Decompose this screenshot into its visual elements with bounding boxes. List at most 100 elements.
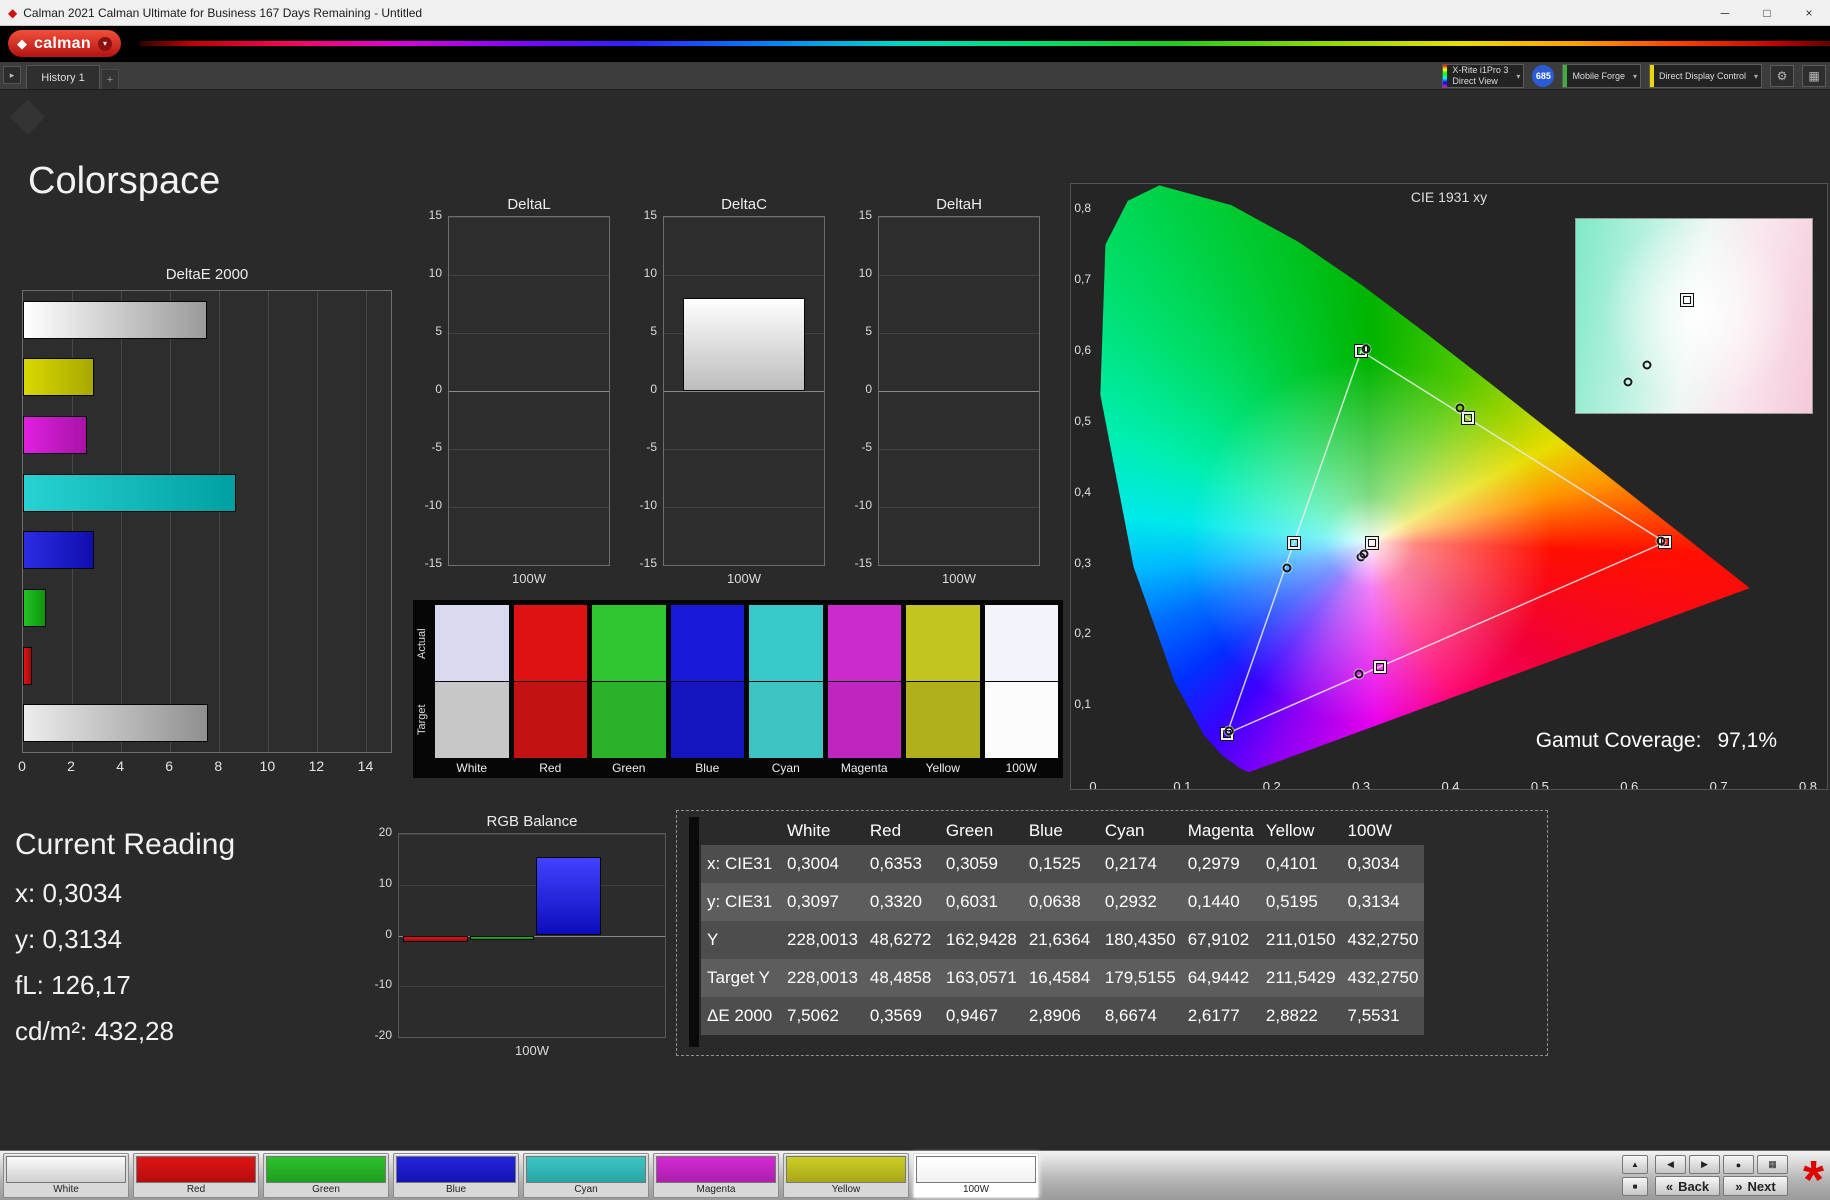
axis-tick-label: 0,7	[1074, 272, 1091, 286]
column-header: Red	[864, 817, 940, 845]
cell-value: 7,5062	[781, 997, 864, 1035]
page-title: Colorspace	[28, 160, 220, 203]
axis-tick-label: 0	[435, 382, 442, 396]
swatch-color	[6, 1156, 126, 1183]
axis-tick-label: -15	[855, 556, 872, 570]
next-button[interactable]: » Next	[1723, 1176, 1788, 1196]
title-bar: ◆ Calman 2021 Calman Ultimate for Busine…	[0, 0, 1830, 26]
target-row-label: Target	[416, 684, 428, 756]
display-control-name: Direct Display Control	[1659, 71, 1746, 82]
swatch-cyan[interactable]: Cyan	[523, 1153, 649, 1198]
axis-tick-label: -5	[431, 440, 442, 454]
target-marker	[1366, 537, 1378, 549]
source-color-strip-icon	[1563, 65, 1567, 87]
axis-tick-label: -15	[640, 556, 657, 570]
swatch-green[interactable]: Green	[263, 1153, 389, 1198]
minimize-button[interactable]: ─	[1704, 0, 1746, 25]
target-marker	[1288, 537, 1300, 549]
maximize-button[interactable]: □	[1746, 0, 1788, 25]
meter-color-strip-icon	[1443, 65, 1447, 87]
stop-button[interactable]: ■	[1622, 1177, 1648, 1196]
axis-tick-label: -10	[375, 977, 392, 991]
axis-tick-label: 8	[214, 758, 222, 774]
rgb-bar-red	[403, 936, 468, 942]
target-swatch	[828, 682, 902, 758]
swatch-white[interactable]: White	[3, 1153, 129, 1198]
source-dropdown[interactable]: Mobile Forge ▾	[1562, 64, 1641, 88]
row-label: y: CIE31	[701, 883, 781, 921]
swatch-label: White	[6, 1183, 126, 1195]
current-reading: Current Reading x: 0,3034 y: 0,3134 fL: …	[15, 828, 235, 1062]
axis-tick-label: -5	[861, 440, 872, 454]
axis-tick-label: 5	[435, 324, 442, 338]
swatch-label: Red	[136, 1183, 256, 1195]
calman-logo-button[interactable]: ◆ calman ▾	[8, 30, 121, 57]
cie-panel: CIE 1931 xy 00,10,20,30,40,50,60,70,8 0,…	[1070, 183, 1828, 790]
settings-button[interactable]: ⚙	[1770, 65, 1794, 87]
capture-button[interactable]: ▦	[1757, 1155, 1788, 1174]
next-label: Next	[1748, 1179, 1776, 1194]
logo-menu-caret-icon[interactable]: ▾	[98, 37, 112, 51]
new-tab-button[interactable]: +	[101, 69, 119, 89]
axis-tick-label: 0	[650, 382, 657, 396]
axis-tick-label: 0,5	[1531, 779, 1549, 790]
strip-columns: WhiteRedGreenBlueCyanMagentaYellow100W	[435, 600, 1063, 778]
app-icon: ◆	[8, 6, 17, 20]
gamut-coverage-label: Gamut Coverage:	[1536, 729, 1702, 753]
gridline	[879, 565, 1039, 566]
meter-mode: Direct View	[1452, 76, 1508, 87]
swatch-label: Blue	[396, 1183, 516, 1195]
swatch-100w[interactable]: 100W	[913, 1153, 1039, 1198]
swatch-blue[interactable]: Blue	[393, 1153, 519, 1198]
axis-tick-label: 0	[865, 382, 872, 396]
table-left-strip	[689, 817, 699, 1047]
cie-xticks: 00,10,20,30,40,50,60,70,8	[1093, 779, 1808, 790]
gridline	[879, 217, 1039, 218]
axis-tick-label: 0	[1089, 779, 1096, 790]
column-header: 100W	[1342, 817, 1425, 845]
deltae-axis: 02468101214	[22, 758, 392, 774]
cell-value: 0,3004	[781, 845, 864, 883]
strip-column-red: Red	[514, 605, 588, 778]
cell-value: 0,2979	[1182, 845, 1260, 883]
table-header-row: WhiteRedGreenBlueCyanMagentaYellow100W	[701, 817, 1424, 845]
cell-value: 0,2174	[1099, 845, 1182, 883]
cell-value: 211,0150	[1260, 921, 1342, 959]
prev-button[interactable]: ◀	[1655, 1155, 1686, 1174]
close-button[interactable]: ×	[1788, 0, 1830, 25]
column-header: Yellow	[1260, 817, 1342, 845]
swatch-color	[786, 1156, 906, 1183]
record-button[interactable]: ●	[1723, 1155, 1754, 1174]
swatch-red[interactable]: Red	[133, 1153, 259, 1198]
meter-dropdown[interactable]: X-Rite i1Pro 3 Direct View ▾	[1442, 64, 1524, 88]
history-nav-button[interactable]: ▸	[3, 66, 21, 84]
workflow-controls: ▲ ■ ◀ ▶ ● ▦	[1622, 1153, 1824, 1198]
axis-tick-label: 2	[67, 758, 75, 774]
play-button[interactable]: ▶	[1689, 1155, 1720, 1174]
hardware-controls: X-Rite i1Pro 3 Direct View ▾ 685 Mobile …	[1442, 64, 1826, 88]
deltac-ylabels: 151050-5-10-15	[629, 216, 663, 566]
cell-value: 48,4858	[864, 959, 940, 997]
axis-tick-label: 0,6	[1074, 343, 1091, 357]
axis-tick-label: 15	[429, 208, 442, 222]
scroll-up-button[interactable]: ▲	[1622, 1155, 1648, 1174]
display-control-dropdown[interactable]: Direct Display Control ▾	[1649, 64, 1762, 88]
workspace: ◆ Colorspace DeltaE 2000 02468101214 Del…	[0, 0, 1830, 1200]
reading-x: x: 0,3034	[15, 878, 235, 909]
cell-value: 0,3320	[864, 883, 940, 921]
layout-button[interactable]: ▦	[1802, 65, 1826, 87]
rgb-balance-chart: RGB Balance 20100-10-20 100W	[364, 813, 670, 1058]
deltal-title: DeltaL	[448, 196, 610, 214]
actual-swatch	[828, 605, 902, 681]
swatch-yellow[interactable]: Yellow	[783, 1153, 909, 1198]
reading-y: y: 0,3134	[15, 924, 235, 955]
table-row: x: CIE310,30040,63530,30590,15250,21740,…	[701, 845, 1424, 883]
deltal-xlabel: 100W	[448, 571, 610, 586]
tab-history-1[interactable]: History 1	[26, 65, 100, 89]
calman-watermark-icon: ◆	[10, 86, 45, 140]
axis-tick-label: 0,8	[1074, 201, 1091, 215]
tab-bar: ▸ History 1 + X-Rite i1Pro 3 Direct View…	[0, 62, 1830, 90]
target-swatch	[435, 682, 509, 758]
swatch-magenta[interactable]: Magenta	[653, 1153, 779, 1198]
back-button[interactable]: « Back	[1655, 1176, 1720, 1196]
